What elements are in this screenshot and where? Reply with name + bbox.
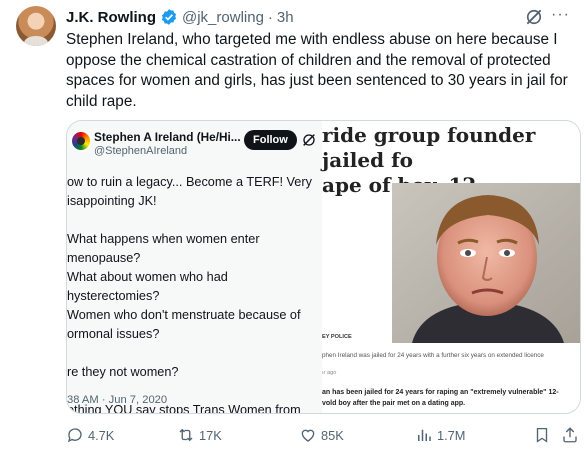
separator-dot: · bbox=[267, 8, 273, 26]
heart-icon bbox=[301, 429, 315, 442]
grok-icon[interactable] bbox=[524, 7, 544, 27]
repost-button[interactable]: 17K bbox=[177, 425, 222, 445]
quoted-author-handle: @StephenAIreland bbox=[94, 145, 188, 157]
action-bar: 4.7K 17K 85K 1.7M bbox=[66, 425, 581, 445]
article-age: ır ago bbox=[322, 370, 337, 376]
repost-count: 17K bbox=[199, 427, 222, 443]
quoted-author-name: Stephen A Ireland (He/Hi... bbox=[94, 130, 241, 144]
quoted-author-avatar bbox=[70, 130, 92, 152]
reply-icon bbox=[67, 428, 82, 443]
bookmark-button[interactable] bbox=[533, 425, 551, 445]
follow-button: Follow bbox=[244, 130, 297, 150]
view-count: 1.7M bbox=[437, 427, 466, 443]
mugshot-photo bbox=[392, 183, 580, 343]
image-attachment[interactable]: Stephen A Ireland (He/Hi... @StephenAIre… bbox=[66, 120, 581, 414]
verified-badge-icon bbox=[161, 9, 177, 25]
article-body: an has been jailed for 24 years for rapi… bbox=[322, 389, 559, 407]
bookmark-icon bbox=[536, 427, 548, 443]
repost-icon bbox=[179, 428, 193, 442]
quoted-tweet-timestamp: 38 AM · Jun 7, 2020 bbox=[67, 394, 168, 406]
views-button[interactable]: 1.7M bbox=[415, 425, 465, 445]
author-handle[interactable]: @jk_rowling bbox=[182, 9, 264, 26]
quoted-tweet-text: ow to ruin a legacy... Become a TERF! Ve… bbox=[67, 175, 312, 414]
quoted-tweet-screenshot: Stephen A Ireland (He/Hi... @StephenAIre… bbox=[67, 121, 322, 414]
post-avatar[interactable] bbox=[16, 6, 56, 46]
reply-button[interactable]: 4.7K bbox=[66, 425, 114, 445]
post-header: J.K. Rowling @jk_rowling · 3h ··· bbox=[66, 6, 570, 28]
share-button[interactable] bbox=[561, 425, 579, 445]
like-button[interactable]: 85K bbox=[299, 425, 344, 445]
post-text: Stephen Ireland, who targeted me with en… bbox=[66, 31, 568, 110]
views-chart-icon bbox=[418, 429, 431, 441]
post-time[interactable]: 3h bbox=[277, 9, 294, 26]
share-icon bbox=[563, 427, 577, 443]
news-article-screenshot: ride group founder jailed fo ape of boy,… bbox=[322, 121, 580, 413]
author-name[interactable]: J.K. Rowling bbox=[66, 9, 156, 26]
like-count: 85K bbox=[321, 427, 344, 443]
photo-caption: phen Ireland was jailed for 24 years wit… bbox=[322, 352, 544, 359]
photo-credit: ЕY POLICE bbox=[322, 334, 352, 340]
grok-icon bbox=[303, 134, 315, 146]
reply-count: 4.7K bbox=[88, 427, 115, 443]
more-options-icon[interactable]: ··· bbox=[551, 6, 570, 24]
